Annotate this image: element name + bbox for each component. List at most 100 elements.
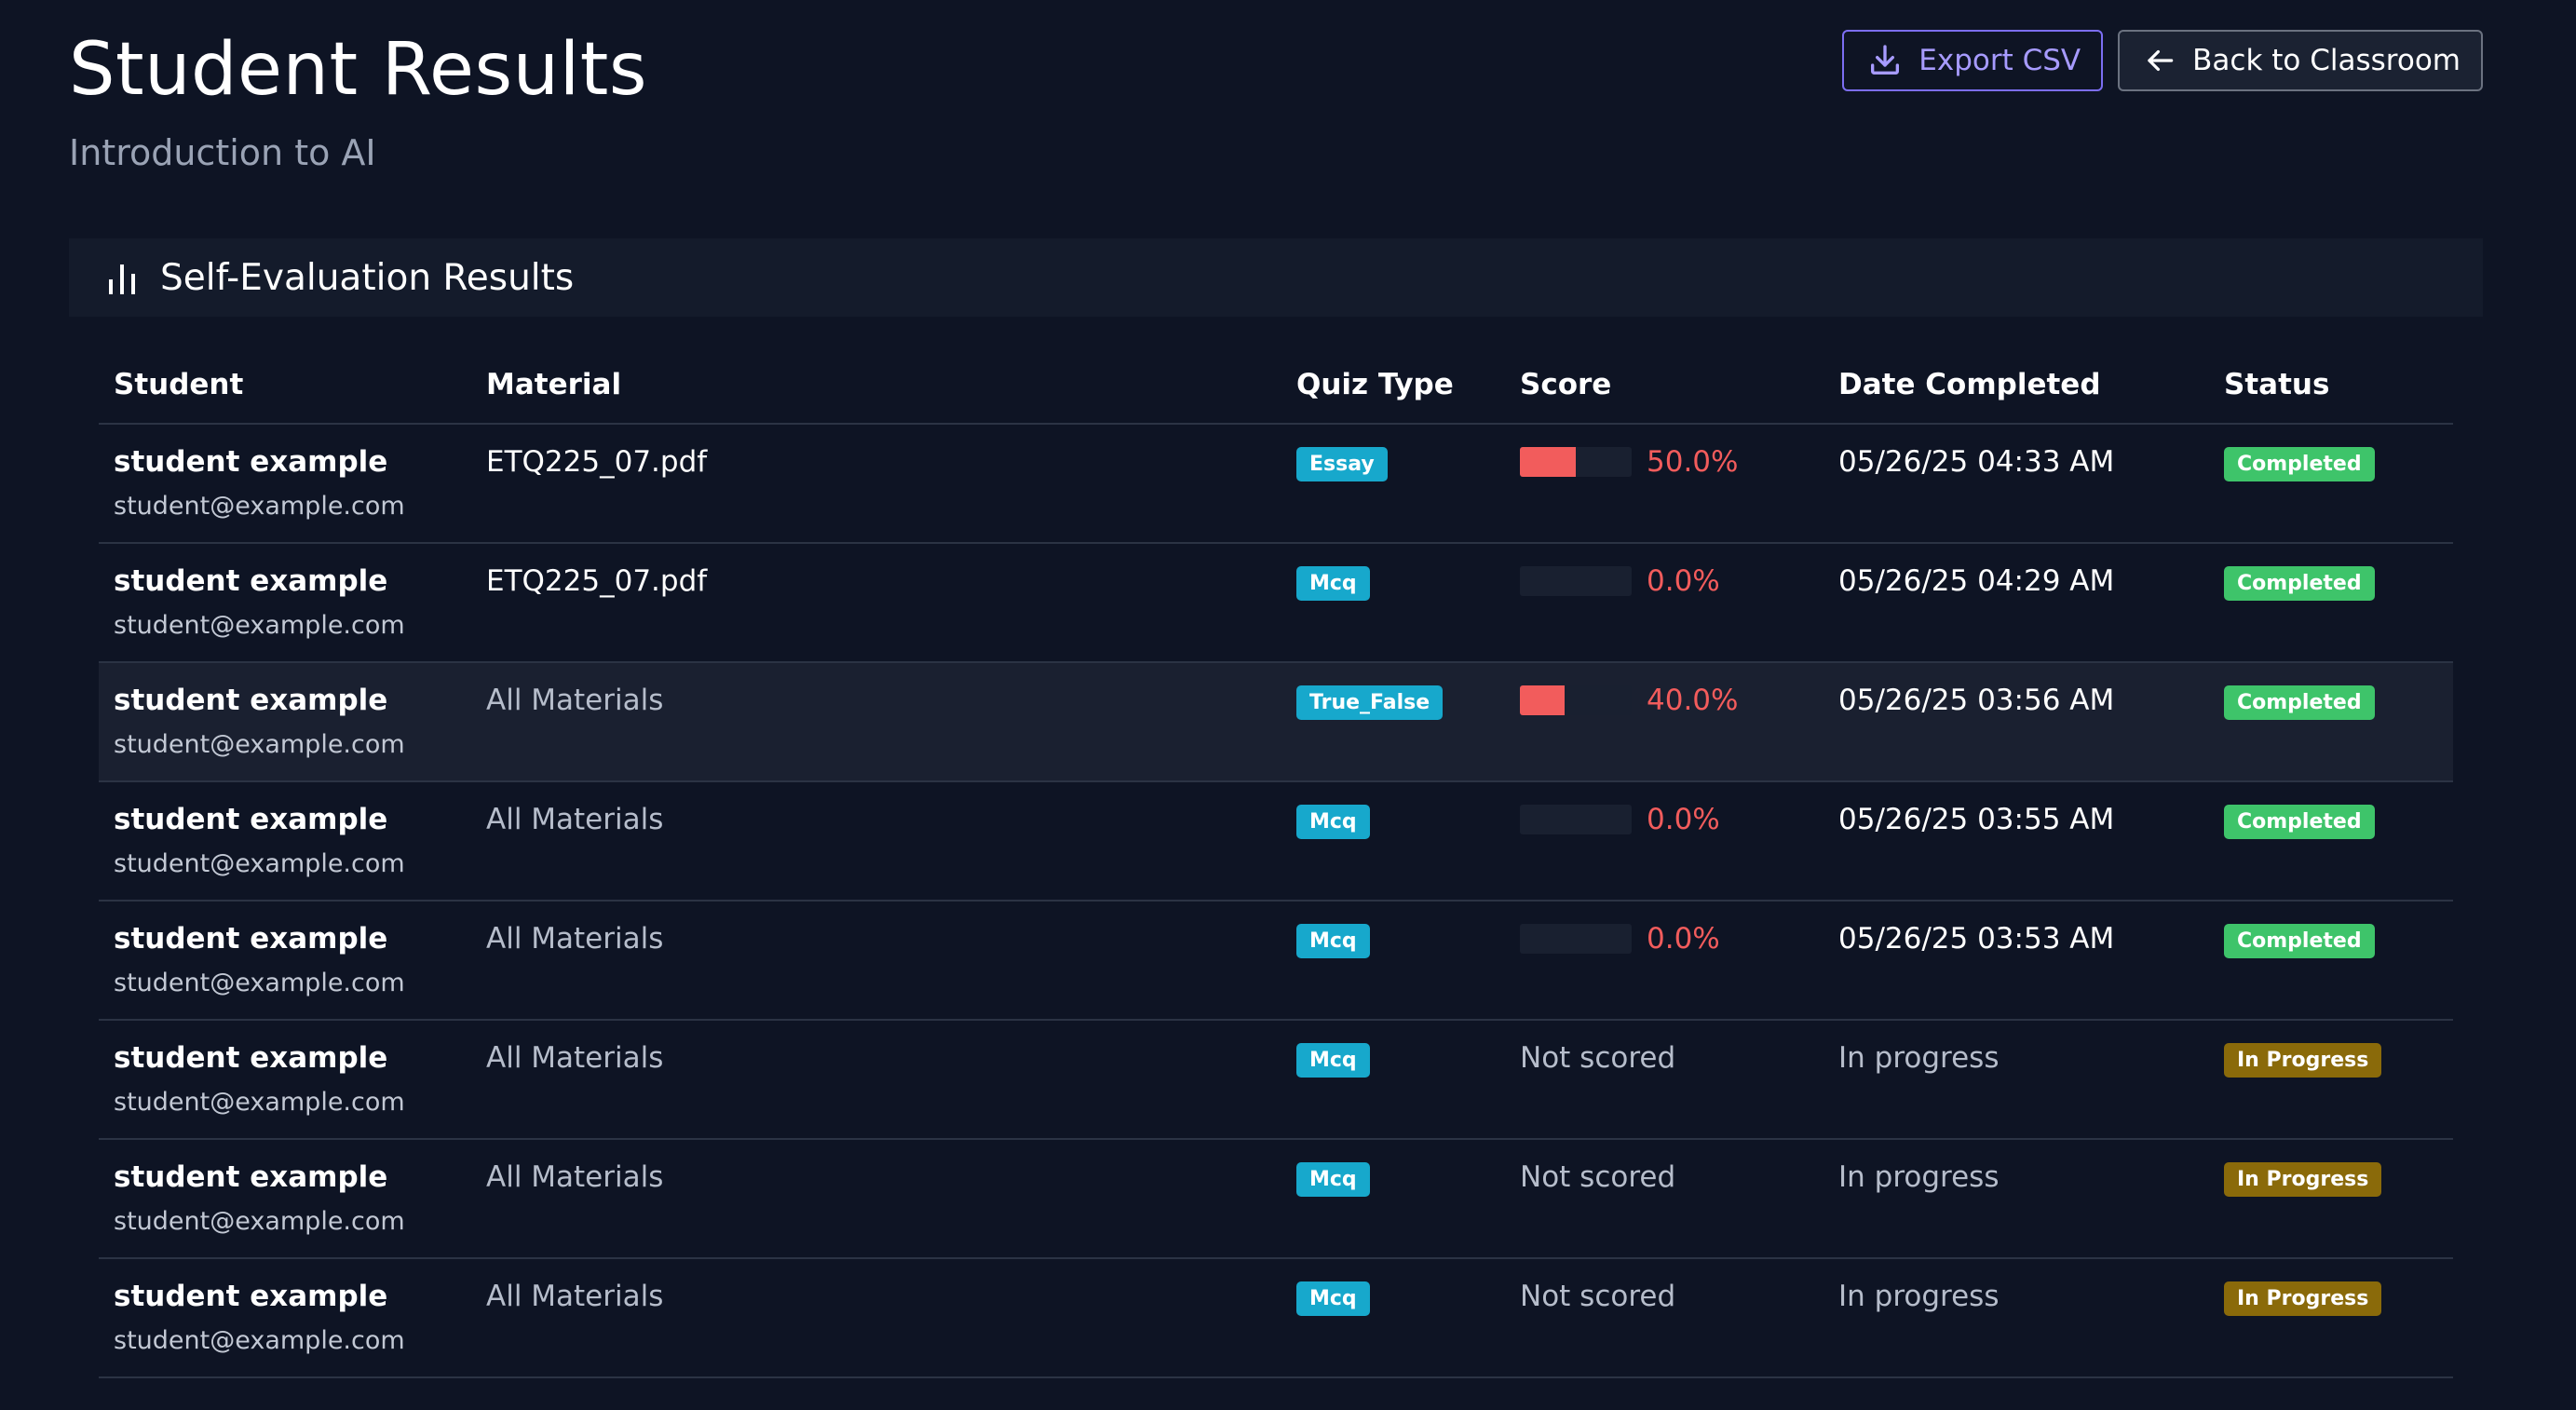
quiz-type-cell: Mcq bbox=[1296, 544, 1520, 661]
score-cell: 0.0% bbox=[1520, 902, 1838, 1019]
student-cell: student example student@example.com bbox=[99, 544, 486, 661]
status-badge: Completed bbox=[2224, 685, 2375, 720]
student-email: student@example.com bbox=[114, 492, 405, 521]
date-cell: 05/26/25 03:56 AM bbox=[1838, 663, 2224, 780]
status-badge: In Progress bbox=[2224, 1162, 2382, 1197]
date-cell: 05/26/25 03:55 AM bbox=[1838, 782, 2224, 900]
date-completed: 05/26/25 03:53 AM bbox=[1838, 922, 2115, 956]
score-value: 40.0% bbox=[1647, 684, 1739, 717]
date-cell: 05/26/25 03:53 AM bbox=[1838, 902, 2224, 1019]
score-cell: 50.0% bbox=[1520, 425, 1838, 542]
quiz-type-cell: Mcq bbox=[1296, 1021, 1520, 1138]
material-name: ETQ225_07.pdf bbox=[486, 564, 708, 598]
quiz-type-badge: Mcq bbox=[1296, 1162, 1370, 1197]
student-name: student example bbox=[114, 1280, 388, 1313]
student-name: student example bbox=[114, 1041, 388, 1075]
score-value: Not scored bbox=[1520, 1041, 1676, 1075]
student-cell: student example student@example.com bbox=[99, 1021, 486, 1138]
date-cell: In progress bbox=[1838, 1259, 2224, 1376]
table-row[interactable]: student example student@example.com All Ma… bbox=[99, 663, 2453, 782]
date-completed: In progress bbox=[1838, 1280, 2000, 1313]
student-name: student example bbox=[114, 803, 388, 836]
quiz-type-badge: Essay bbox=[1296, 447, 1388, 481]
student-cell: student example student@example.com bbox=[99, 425, 486, 542]
status-cell: In Progress bbox=[2224, 1021, 2453, 1138]
score-display: 50.0% bbox=[1520, 443, 1838, 481]
student-cell: student example student@example.com bbox=[99, 1140, 486, 1257]
table-row[interactable]: student example student@example.com ETQ225… bbox=[99, 544, 2453, 663]
quiz-type-badge: Mcq bbox=[1296, 805, 1370, 839]
score-display: 0.0% bbox=[1520, 563, 1838, 600]
table-row[interactable]: student example student@example.com All Ma… bbox=[99, 1021, 2453, 1140]
column-header-material: Material bbox=[486, 368, 622, 401]
export-csv-label: Export CSV bbox=[1918, 44, 2081, 77]
material-cell: ETQ225_07.pdf bbox=[486, 425, 1296, 542]
student-email: student@example.com bbox=[114, 849, 405, 878]
score-progress-bar bbox=[1520, 805, 1632, 834]
material-cell: All Materials bbox=[486, 1259, 1296, 1376]
column-header-quiz-type: Quiz Type bbox=[1296, 368, 1454, 401]
score-value: 50.0% bbox=[1647, 445, 1739, 479]
date-cell: In progress bbox=[1838, 1021, 2224, 1138]
student-cell: student example student@example.com bbox=[99, 1259, 486, 1376]
quiz-type-cell: True_False bbox=[1296, 663, 1520, 780]
material-name: All Materials bbox=[486, 803, 664, 836]
back-to-classroom-button[interactable]: Back to Classroom bbox=[2118, 30, 2483, 91]
score-progress-fill bbox=[1520, 685, 1565, 715]
status-cell: Completed bbox=[2224, 902, 2453, 1019]
date-completed: 05/26/25 03:55 AM bbox=[1838, 803, 2115, 836]
material-name: All Materials bbox=[486, 684, 664, 717]
quiz-type-badge: True_False bbox=[1296, 685, 1444, 720]
status-badge: Completed bbox=[2224, 924, 2375, 958]
table-row[interactable]: student example student@example.com ETQ225… bbox=[99, 425, 2453, 544]
score-value: 0.0% bbox=[1647, 922, 1720, 956]
table-body: student example student@example.com ETQ225… bbox=[99, 425, 2453, 1378]
material-cell: All Materials bbox=[486, 902, 1296, 1019]
material-name: All Materials bbox=[486, 922, 664, 956]
date-completed: 05/26/25 04:33 AM bbox=[1838, 445, 2115, 479]
score-progress-fill bbox=[1520, 447, 1576, 477]
table-row[interactable]: student example student@example.com All Ma… bbox=[99, 1259, 2453, 1378]
quiz-type-badge: Mcq bbox=[1296, 1281, 1370, 1316]
bar-chart-icon bbox=[106, 259, 138, 296]
student-name: student example bbox=[114, 922, 388, 956]
quiz-type-cell: Mcq bbox=[1296, 902, 1520, 1019]
student-cell: student example student@example.com bbox=[99, 782, 486, 900]
material-name: All Materials bbox=[486, 1280, 664, 1313]
status-badge: Completed bbox=[2224, 805, 2375, 839]
material-name: All Materials bbox=[486, 1041, 664, 1075]
student-name: student example bbox=[114, 445, 388, 479]
page-subtitle: Introduction to AI bbox=[69, 132, 376, 173]
student-email: student@example.com bbox=[114, 1326, 405, 1355]
table-row[interactable]: student example student@example.com All Ma… bbox=[99, 782, 2453, 902]
arrow-left-icon bbox=[2142, 43, 2177, 78]
table-row[interactable]: student example student@example.com All Ma… bbox=[99, 902, 2453, 1021]
results-table: Student Material Quiz Type Score Date Co… bbox=[99, 346, 2453, 1378]
back-to-classroom-label: Back to Classroom bbox=[2192, 44, 2461, 77]
date-completed: In progress bbox=[1838, 1041, 2000, 1075]
score-cell: 0.0% bbox=[1520, 544, 1838, 661]
status-cell: In Progress bbox=[2224, 1140, 2453, 1257]
score-display: 0.0% bbox=[1520, 920, 1838, 957]
student-cell: student example student@example.com bbox=[99, 902, 486, 1019]
score-value: Not scored bbox=[1520, 1160, 1676, 1194]
date-completed: In progress bbox=[1838, 1160, 2000, 1194]
date-completed: 05/26/25 04:29 AM bbox=[1838, 564, 2115, 598]
material-cell: All Materials bbox=[486, 663, 1296, 780]
material-name: All Materials bbox=[486, 1160, 664, 1194]
quiz-type-cell: Mcq bbox=[1296, 1140, 1520, 1257]
quiz-type-badge: Mcq bbox=[1296, 1043, 1370, 1078]
export-csv-button[interactable]: Export CSV bbox=[1842, 30, 2104, 91]
column-header-score: Score bbox=[1520, 368, 1612, 401]
column-header-status: Status bbox=[2224, 368, 2330, 401]
table-header: Student Material Quiz Type Score Date Co… bbox=[99, 346, 2453, 425]
table-row[interactable]: student example student@example.com All Ma… bbox=[99, 1140, 2453, 1259]
column-header-student: Student bbox=[114, 368, 244, 401]
score-display: 40.0% bbox=[1520, 682, 1838, 719]
score-value: Not scored bbox=[1520, 1280, 1676, 1313]
score-display: 0.0% bbox=[1520, 801, 1838, 838]
score-progress-bar bbox=[1520, 685, 1632, 715]
student-name: student example bbox=[114, 564, 388, 598]
quiz-type-badge: Mcq bbox=[1296, 924, 1370, 958]
page: Student Results Introduction to AI Expor… bbox=[69, 0, 2483, 1378]
